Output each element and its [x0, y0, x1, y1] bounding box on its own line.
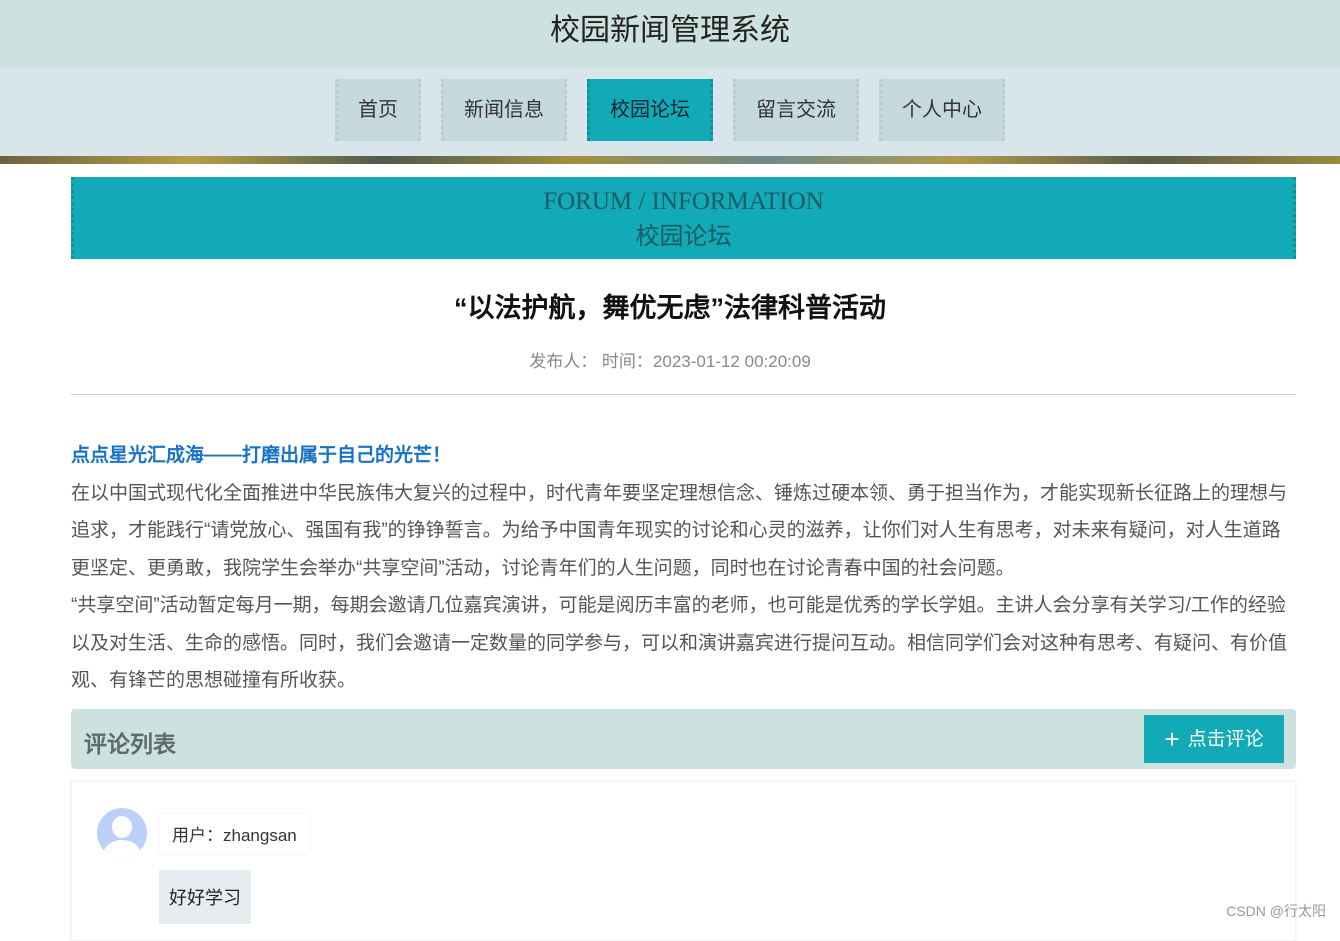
- comment-user: 用户：zhangsan: [160, 814, 309, 853]
- article-content: 点点星光汇成海——打磨出属于自己的光芒！ 在以中国式现代化全面推进中华民族伟大复…: [71, 437, 1296, 700]
- nav-home[interactable]: 首页: [335, 79, 421, 141]
- avatar: [97, 808, 147, 858]
- add-comment-label: 点击评论: [1187, 729, 1264, 750]
- nav-messages[interactable]: 留言交流: [733, 79, 859, 141]
- comment-list-title: 评论列表: [84, 731, 176, 757]
- banner-title-en: FORUM / INFORMATION: [543, 188, 824, 215]
- main-nav: 首页 新闻信息 校园论坛 留言交流 个人中心: [0, 68, 1340, 156]
- comment-text: 好好学习: [159, 870, 251, 924]
- article-highlight: 点点星光汇成海——打磨出属于自己的光芒！: [71, 445, 452, 466]
- app-title: 校园新闻管理系统: [0, 0, 1340, 68]
- add-comment-button[interactable]: + 点击评论: [1144, 715, 1284, 763]
- nav-forum[interactable]: 校园论坛: [587, 79, 713, 141]
- article-meta: 发布人： 时间：2023-01-12 00:20:09: [529, 352, 811, 371]
- nav-news[interactable]: 新闻信息: [441, 79, 567, 141]
- banner-image-strip: [0, 156, 1340, 164]
- article-paragraph: 在以中国式现代化全面推进中华民族伟大复兴的过程中，时代青年要坚定理想信念、锤炼过…: [71, 482, 1288, 579]
- section-banner: FORUM / INFORMATION 校园论坛: [71, 177, 1296, 259]
- divider: [71, 394, 1296, 395]
- banner-title-cn: 校园论坛: [635, 224, 732, 250]
- article-paragraph: “共享空间”活动暂定每月一期，每期会邀请几位嘉宾演讲，可能是阅历丰富的老师，也可…: [71, 595, 1288, 691]
- comment-list: 用户：zhangsan 好好学习: [71, 781, 1296, 941]
- comment-header: 评论列表 + 点击评论: [71, 709, 1296, 769]
- nav-profile[interactable]: 个人中心: [879, 79, 1005, 141]
- plus-icon: +: [1164, 724, 1180, 754]
- article-title: “以法护航，舞优无虑”法律科普活动: [454, 293, 886, 323]
- watermark: CSDN @行太阳: [1226, 903, 1326, 919]
